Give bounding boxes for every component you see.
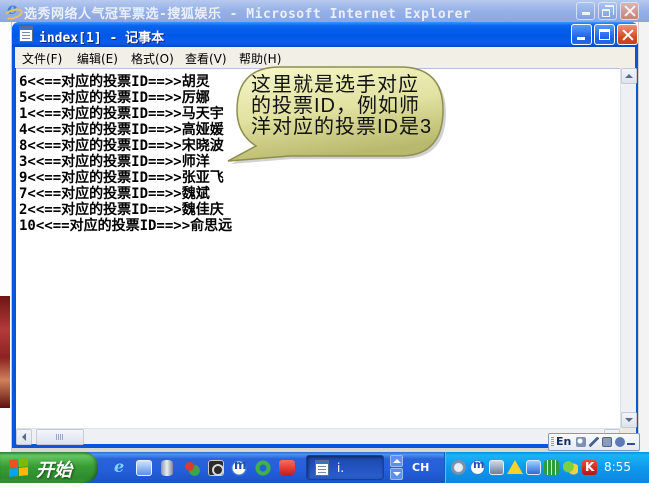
recycle-icon[interactable] (255, 460, 271, 476)
maximize-icon (599, 29, 610, 40)
text-line: 8<<==对应的投票ID==>>宋晓波 (19, 138, 224, 154)
taskbar-scroll-up-button[interactable] (390, 455, 403, 467)
minimize-icon (582, 12, 590, 15)
warning-icon[interactable] (507, 460, 523, 474)
m-logo-icon[interactable] (231, 458, 247, 476)
callout-line: 洋对应的投票ID是3 (251, 116, 433, 138)
taskbar-button-label: i. (337, 461, 345, 475)
start-label: 开始 (36, 460, 72, 480)
language-indicator[interactable]: En (556, 435, 571, 448)
keyboard-icon[interactable] (602, 437, 612, 447)
ie-window-title: 选秀网络人气冠军票选-搜狐娱乐 - Microsoft Internet Exp… (24, 7, 472, 22)
ie-close-button[interactable] (620, 2, 639, 20)
text-line: 6<<==对应的投票ID==>>胡灵 (19, 74, 210, 90)
menu-help[interactable]: 帮助(H) (239, 50, 281, 67)
system-tray: 8:55 (444, 452, 649, 483)
text-line: 5<<==对应的投票ID==>>厉娜 (19, 90, 210, 106)
help-icon[interactable] (615, 437, 625, 447)
scroll-left-button[interactable] (16, 429, 32, 445)
options-icon[interactable] (627, 437, 635, 447)
language-bar[interactable]: En (548, 433, 640, 451)
windows-logo-icon (9, 458, 28, 477)
text-line: 7<<==对应的投票ID==>>魏斌 (19, 186, 210, 202)
red-app-icon[interactable] (279, 460, 295, 476)
camera-icon[interactable] (208, 460, 224, 476)
notepad-title-bar[interactable]: index[1] - 记事本 (12, 22, 638, 47)
ie-icon[interactable] (111, 457, 127, 476)
text-line: 9<<==对应的投票ID==>>张亚飞 (19, 170, 224, 186)
input-language-indicator[interactable]: CH (412, 461, 429, 474)
monitor-icon[interactable] (489, 460, 504, 475)
arrow-left-icon (22, 433, 26, 441)
arrow-up-icon (625, 74, 633, 78)
close-icon (622, 29, 634, 41)
callout-line: 的投票ID，例如师 (251, 95, 420, 117)
clock[interactable]: 8:55 (604, 460, 631, 474)
close-button[interactable] (617, 24, 638, 45)
menu-edit[interactable]: 编辑(E) (77, 50, 118, 67)
network-connection-icon[interactable] (526, 460, 541, 475)
ie-icon[interactable] (4, 0, 20, 19)
arrow-down-icon (625, 418, 633, 422)
taskbar-scroll-down-button[interactable] (390, 468, 403, 480)
k-logo-icon[interactable] (582, 460, 597, 475)
ie-title-bar[interactable]: 选秀网络人气冠军票选-搜狐娱乐 - Microsoft Internet Exp… (0, 0, 649, 22)
taskbar-scroll (390, 455, 403, 480)
restore-icon (602, 5, 614, 17)
close-icon (624, 5, 636, 17)
minimize-button[interactable] (571, 24, 592, 45)
scroll-up-button[interactable] (621, 68, 637, 84)
maximize-button[interactable] (594, 24, 615, 45)
text-line: 4<<==对应的投票ID==>>高娅媛 (19, 122, 224, 138)
bird-icon[interactable] (184, 460, 200, 476)
notepad-icon[interactable] (19, 26, 33, 42)
network-icon[interactable] (451, 460, 466, 475)
scroll-thumb[interactable] (36, 429, 84, 445)
taskbar-button-notepad[interactable]: i. (306, 455, 384, 480)
grid-icon[interactable] (544, 460, 559, 475)
scroll-down-button[interactable] (621, 412, 637, 428)
desktop-icon[interactable] (136, 460, 152, 476)
ie-restore-button[interactable] (598, 2, 617, 20)
ie-page-image[interactable] (0, 296, 10, 408)
ie-page-edge[interactable] (638, 22, 649, 452)
ie-minimize-button[interactable] (576, 2, 595, 20)
disk-icon[interactable] (161, 460, 173, 476)
pen-icon[interactable] (589, 437, 599, 447)
language-bar-grip[interactable] (551, 437, 554, 447)
taskbar: 开始 i. CH 8:55 (0, 452, 649, 483)
arrow-down-icon (392, 472, 401, 476)
minimize-icon (577, 37, 585, 40)
notepad-title: index[1] - 记事本 (39, 31, 165, 46)
menu-bar: 文件(F) 编辑(E) 格式(O) 查看(V) 帮助(H) (15, 47, 635, 68)
text-line: 10<<==对应的投票ID==>>俞思远 (19, 218, 233, 234)
text-content: 6<<==对应的投票ID==>>胡灵 5<<==对应的投票ID==>>厉娜 1<… (19, 71, 233, 234)
menu-file[interactable]: 文件(F) (22, 50, 62, 67)
ime-icon[interactable] (576, 437, 586, 447)
chat-icon[interactable] (563, 460, 578, 475)
ie-page-content[interactable] (0, 22, 12, 452)
notepad-icon (315, 460, 329, 476)
m-logo-icon[interactable] (470, 458, 485, 475)
horizontal-scrollbar[interactable] (16, 428, 620, 445)
text-line: 2<<==对应的投票ID==>>魏佳庆 (19, 202, 224, 218)
menu-format[interactable]: 格式(O) (131, 50, 174, 67)
vertical-scrollbar[interactable] (620, 68, 637, 428)
callout-line: 这里就是选手对应 (251, 74, 419, 96)
text-line: 3<<==对应的投票ID==>>师洋 (19, 154, 210, 170)
start-button[interactable]: 开始 (0, 452, 98, 483)
text-line: 1<<==对应的投票ID==>>马天宇 (19, 106, 224, 122)
arrow-up-icon (392, 459, 401, 463)
callout-text: 这里就是选手对应 的投票ID，例如师 洋对应的投票ID是3 (251, 75, 439, 138)
menu-view[interactable]: 查看(V) (185, 50, 227, 67)
